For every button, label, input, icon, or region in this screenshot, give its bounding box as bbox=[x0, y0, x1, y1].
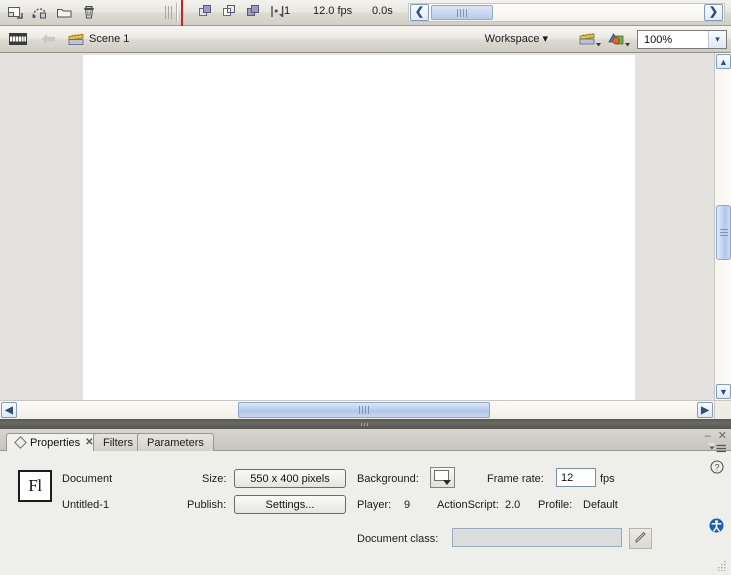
workspace-label: Workspace bbox=[484, 33, 540, 45]
frame-rate-input[interactable]: 12 bbox=[556, 468, 596, 487]
workspace-menu-button[interactable]: Workspace ▾ bbox=[485, 32, 548, 45]
edit-bar: Scene 1 Workspace ▾ 100% ▾ bbox=[0, 26, 731, 74]
zoom-level-combobox[interactable]: 100% ▾ bbox=[637, 30, 727, 49]
tab-properties-label: Properties bbox=[30, 436, 81, 449]
panel-close-button[interactable]: ✕ bbox=[718, 429, 727, 442]
timeline-scroll-thumb[interactable] bbox=[431, 5, 493, 20]
flash-document-icon-text: Fl bbox=[28, 476, 42, 495]
tab-properties[interactable]: Properties ✕ bbox=[6, 433, 104, 451]
timeline-scroll-strip: ❮ ❯ bbox=[408, 3, 725, 22]
frame-rate-readout[interactable]: 12.0 fps bbox=[313, 5, 352, 17]
workspace-caret-icon: ▾ bbox=[542, 33, 548, 45]
panel-divider-grip[interactable] bbox=[361, 423, 370, 426]
document-type-label: Document bbox=[62, 473, 113, 485]
document-class-label: Document class: bbox=[357, 533, 439, 545]
fps-unit-label: fps bbox=[600, 473, 615, 485]
timeline-toolbar: 1 12.0 fps 0.0s ❮ ❯ bbox=[0, 0, 731, 26]
add-motion-guide-icon[interactable] bbox=[31, 4, 48, 21]
panel-divider[interactable] bbox=[0, 419, 731, 429]
frame-rate-label: Frame rate: bbox=[487, 473, 544, 485]
stage-work-area[interactable] bbox=[0, 53, 714, 400]
size-label: Size: bbox=[202, 473, 227, 485]
back-arrow-icon[interactable] bbox=[40, 32, 57, 46]
flash-document-icon: Fl bbox=[18, 470, 52, 502]
document-name-label: Untitled-1 bbox=[62, 499, 110, 511]
document-class-input[interactable] bbox=[452, 528, 622, 547]
delete-layer-icon[interactable] bbox=[81, 4, 98, 21]
zoom-level-value: 100% bbox=[644, 33, 673, 46]
profile-value: Default bbox=[583, 499, 618, 511]
current-frame-readout: 1 bbox=[284, 5, 291, 17]
stage-vertical-scrollbar[interactable]: ▲ ▼ bbox=[714, 53, 731, 400]
toolbar-separator bbox=[176, 3, 178, 22]
onion-skin-outlines-icon[interactable] bbox=[222, 4, 237, 19]
actionscript-value: 2.0 bbox=[505, 499, 521, 511]
onion-skin-icon[interactable] bbox=[198, 4, 213, 19]
panel-tab-bar: Properties ✕ Filters Parameters bbox=[0, 429, 731, 451]
scene-name-label[interactable]: Scene 1 bbox=[89, 33, 129, 45]
tab-parameters[interactable]: Parameters bbox=[137, 433, 214, 451]
scroll-down-button[interactable]: ▼ bbox=[716, 384, 731, 399]
flash-authoring-window: 1 12.0 fps 0.0s ❮ ❯ Scene 1 Workspace ▾ … bbox=[0, 0, 731, 575]
pencil-icon bbox=[633, 530, 648, 548]
modify-onion-markers-icon[interactable] bbox=[270, 4, 285, 19]
scene-clapperboard-icon bbox=[68, 32, 84, 46]
panel-options-diamond-icon[interactable] bbox=[14, 436, 27, 449]
playhead-marker[interactable] bbox=[181, 0, 183, 26]
tab-parameters-label: Parameters bbox=[147, 436, 204, 449]
background-color-dropdown-arrow-icon[interactable] bbox=[443, 480, 451, 485]
tab-filters-label: Filters bbox=[103, 436, 133, 449]
scene-selector-icon[interactable] bbox=[578, 31, 602, 48]
profile-label: Profile: bbox=[538, 499, 573, 511]
help-icon[interactable]: ? bbox=[710, 460, 724, 474]
timeline-scroll-right-button[interactable]: ❯ bbox=[704, 4, 723, 21]
stage-horizontal-scrollbar[interactable]: ◀ ▶ bbox=[0, 400, 714, 419]
scroll-up-button[interactable]: ▲ bbox=[716, 54, 731, 69]
zoom-dropdown-arrow-icon[interactable]: ▾ bbox=[708, 31, 726, 48]
stage-canvas[interactable] bbox=[83, 55, 635, 400]
background-color-swatch[interactable] bbox=[430, 467, 455, 488]
insert-layer-icon[interactable] bbox=[6, 4, 23, 21]
timeline-scroll-left-button[interactable]: ❮ bbox=[410, 4, 429, 21]
vertical-scroll-thumb[interactable] bbox=[716, 205, 731, 260]
timeline-toolbar-grip[interactable] bbox=[165, 6, 174, 19]
layer-tools-group bbox=[6, 4, 98, 21]
publish-label: Publish: bbox=[187, 499, 227, 511]
scrollbar-corner bbox=[714, 400, 731, 419]
panel-options-menu-icon[interactable] bbox=[707, 443, 727, 456]
publish-settings-button[interactable]: Settings... bbox=[234, 495, 346, 514]
actionscript-label: ActionScript: bbox=[437, 499, 499, 511]
background-label: Background: bbox=[357, 473, 419, 485]
scroll-right-button[interactable]: ▶ bbox=[697, 402, 713, 418]
player-value: 9 bbox=[404, 499, 411, 511]
panel-resize-grip[interactable] bbox=[716, 561, 726, 572]
tab-filters[interactable]: Filters bbox=[93, 433, 143, 451]
edit-document-class-button[interactable] bbox=[629, 528, 652, 549]
panel-window-buttons: – ✕ bbox=[705, 429, 727, 443]
properties-panel: Properties ✕ Filters Parameters – ✕ ? Fl… bbox=[0, 429, 731, 575]
player-label: Player: bbox=[357, 499, 392, 511]
timeline-toggle-icon[interactable] bbox=[8, 30, 28, 48]
edit-multiple-frames-icon[interactable] bbox=[246, 4, 261, 19]
elapsed-time-readout: 0.0s bbox=[372, 5, 393, 17]
document-size-button[interactable]: 550 x 400 pixels bbox=[234, 469, 346, 488]
svg-text:?: ? bbox=[714, 462, 719, 472]
panel-minimize-button[interactable]: – bbox=[705, 430, 711, 442]
onion-skin-tools-group bbox=[198, 4, 285, 19]
insert-layer-folder-icon[interactable] bbox=[56, 4, 73, 21]
symbol-selector-icon[interactable] bbox=[607, 31, 631, 48]
accessibility-icon[interactable] bbox=[709, 518, 724, 533]
horizontal-scroll-thumb[interactable] bbox=[238, 402, 490, 418]
scroll-left-button[interactable]: ◀ bbox=[1, 402, 17, 418]
